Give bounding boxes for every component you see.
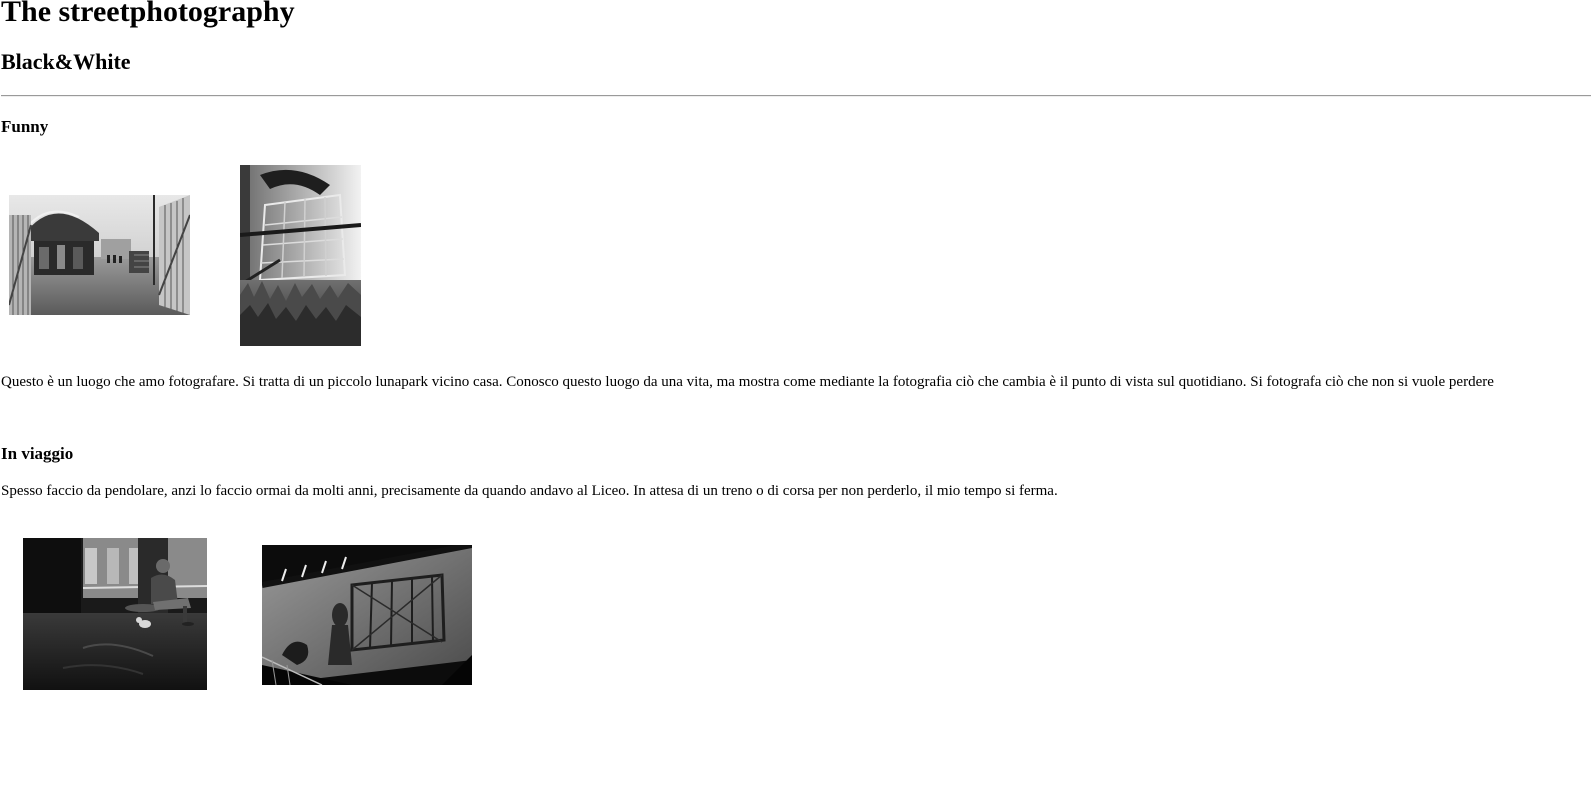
site-subtitle: Black&White — [1, 49, 131, 74]
site-title: The streetphotography — [1, 0, 295, 28]
photo-carousel-gate — [9, 195, 190, 315]
section-text-in-viaggio: Spesso faccio da pendolare, anzi lo facc… — [1, 483, 1058, 499]
section-heading-in-viaggio: In viaggio — [1, 444, 74, 463]
section-text-funny: Questo è un luogo che amo fotografare. S… — [1, 374, 1494, 390]
photo-railing-shadow — [262, 545, 472, 685]
horizontal-divider — [1, 95, 1591, 97]
photo-station-waiting-man — [23, 538, 207, 690]
section-heading-funny: Funny — [1, 117, 49, 136]
page: The streetphotography Black&White Funny — [0, 0, 1591, 805]
photo-fence-closeup — [240, 165, 361, 346]
